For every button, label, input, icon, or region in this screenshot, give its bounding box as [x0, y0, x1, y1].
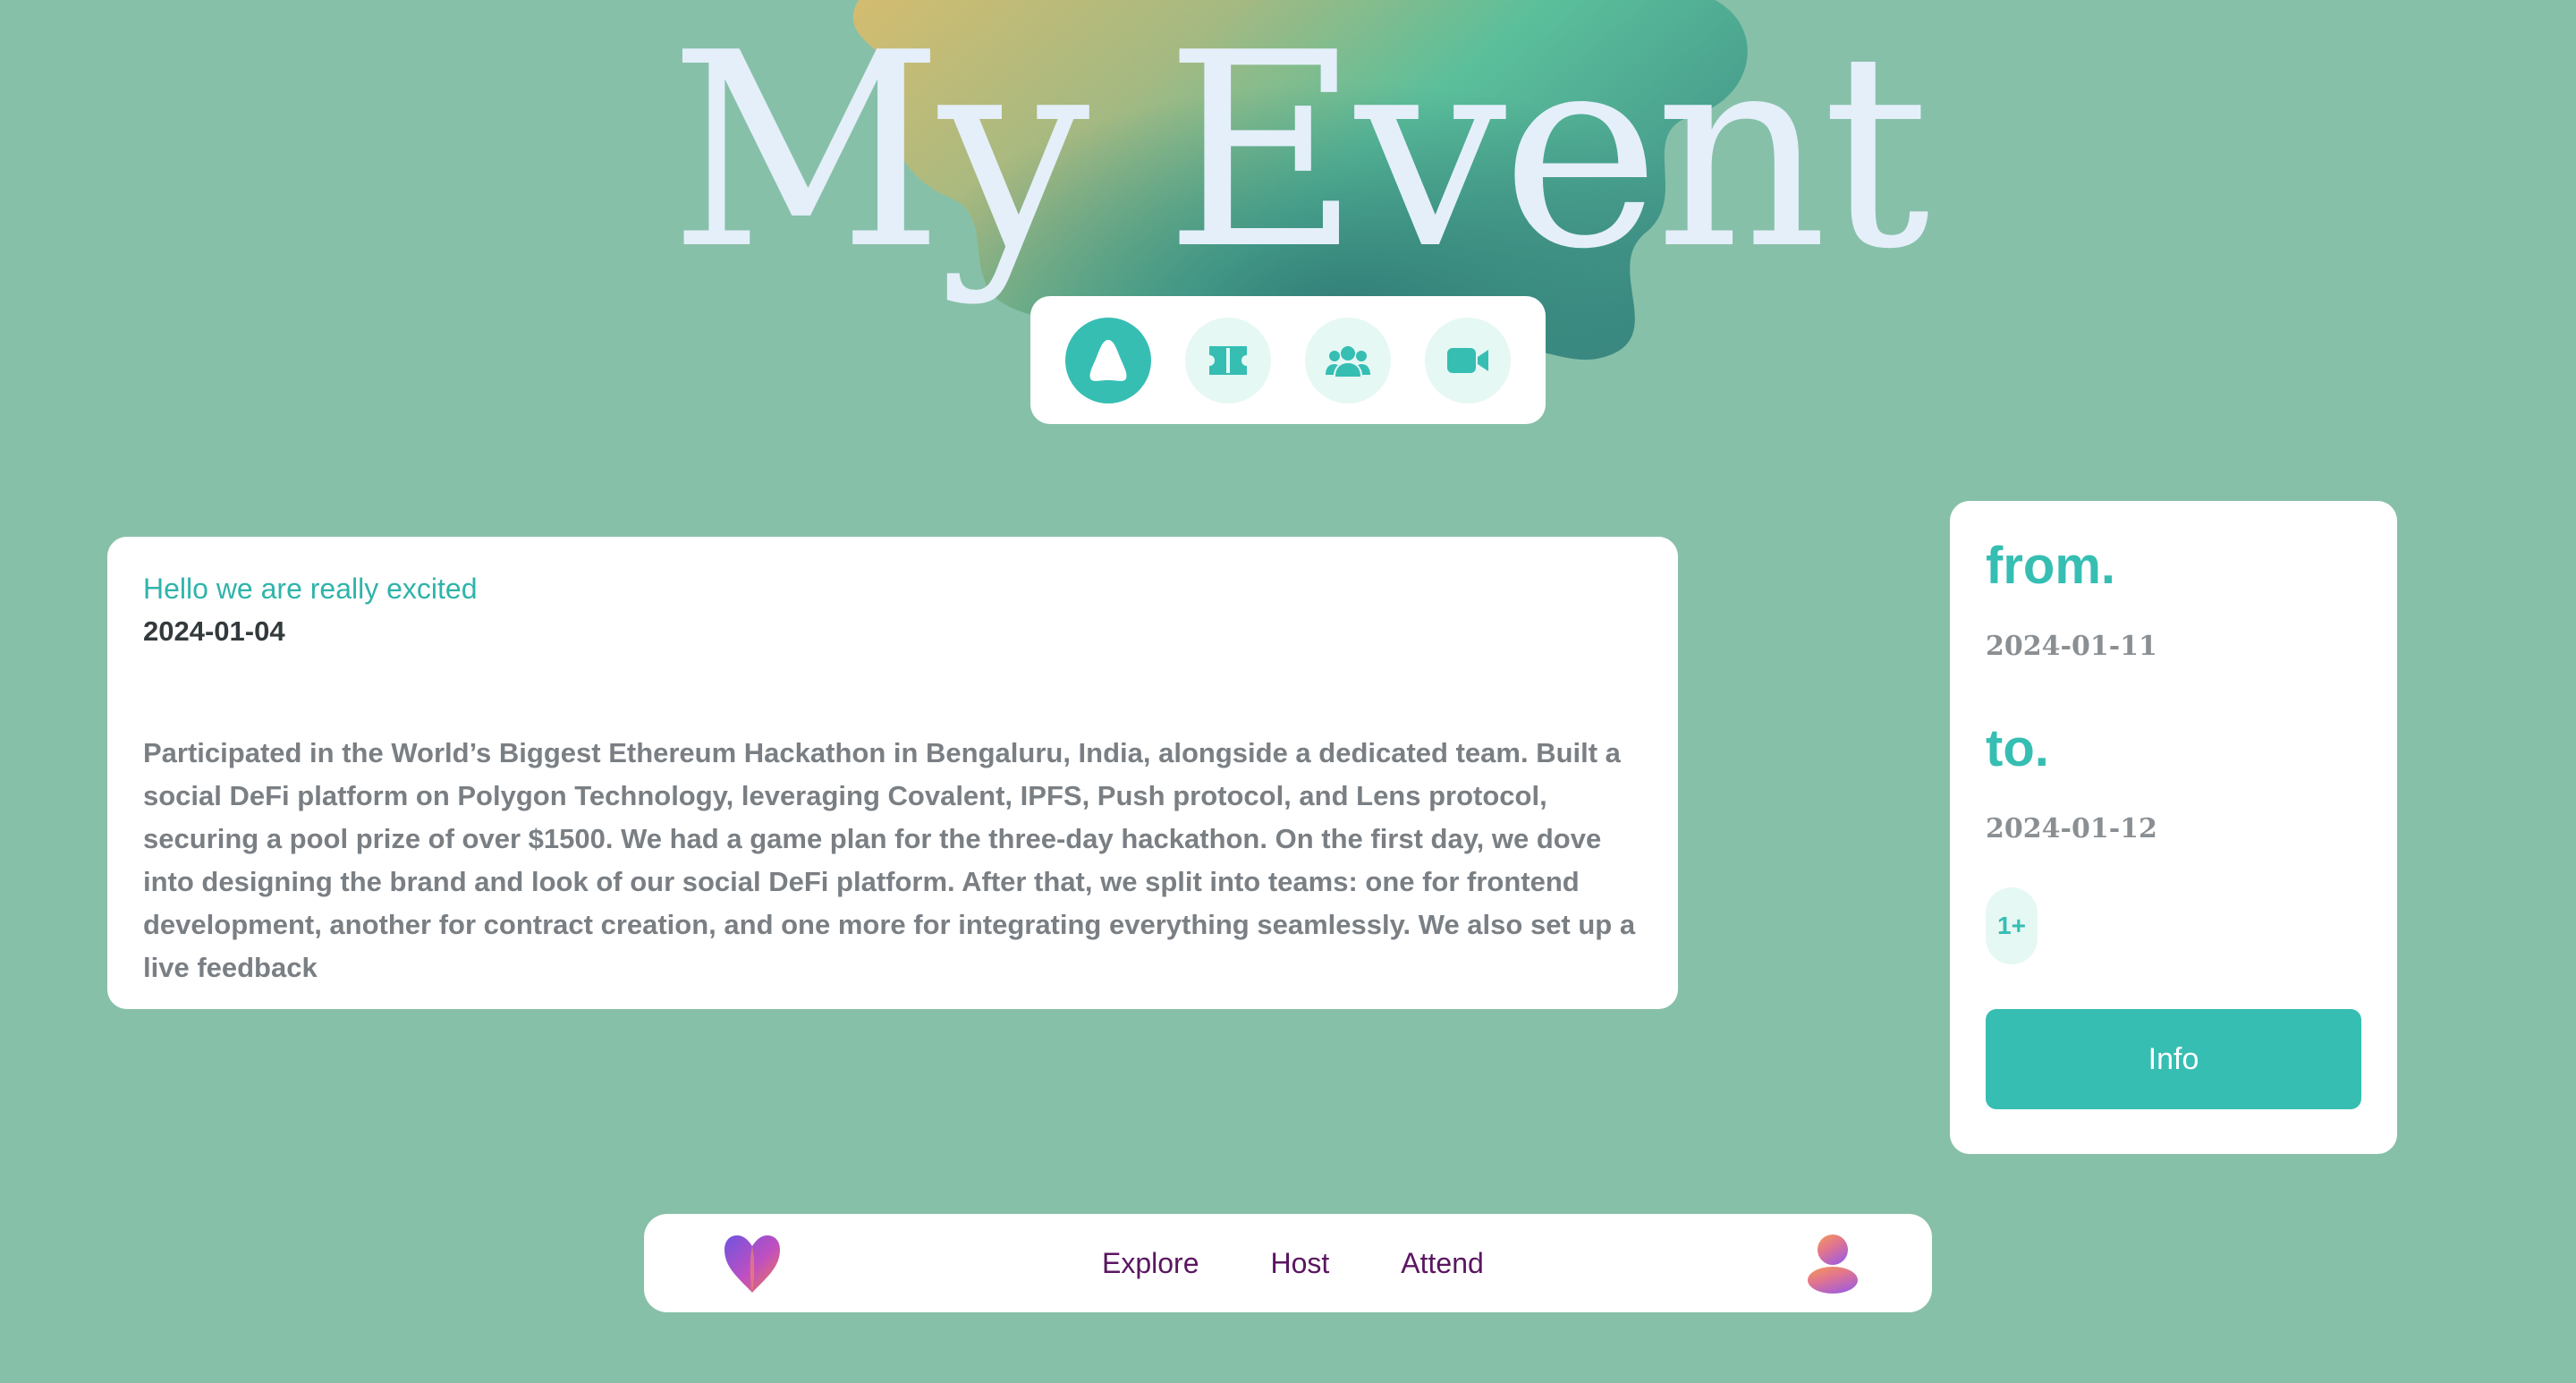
event-tab-bar [1030, 296, 1546, 424]
event-date: 2024-01-04 [143, 615, 285, 647]
nav-link-explore[interactable]: Explore [1102, 1247, 1199, 1280]
from-label: from. [1986, 537, 2115, 595]
to-label: to. [1986, 719, 2049, 777]
nav-link-attend[interactable]: Attend [1401, 1247, 1484, 1280]
info-button[interactable]: Info [1986, 1009, 2361, 1109]
event-title: Hello we are really excited [143, 573, 478, 605]
event-schedule-card: from. 2024-01-11 to. 2024-01-12 1+ Info [1950, 501, 2397, 1154]
to-date: 2024-01-12 [1986, 813, 2157, 844]
nav-link-host[interactable]: Host [1271, 1247, 1330, 1280]
tab-tickets[interactable] [1185, 317, 1271, 403]
ticket-icon [1209, 345, 1247, 375]
tab-stream[interactable] [1425, 317, 1511, 403]
ticket-a-icon [1089, 339, 1127, 381]
user-avatar-icon[interactable] [1805, 1232, 1860, 1299]
tab-overview[interactable] [1065, 317, 1151, 403]
event-description: Participated in the World’s Biggest Ethe… [143, 737, 1636, 983]
people-icon [1326, 345, 1370, 377]
video-camera-icon [1447, 347, 1488, 373]
nav-links: Explore Host Attend [1102, 1214, 1484, 1312]
attendee-count-badge: 1+ [1986, 887, 2038, 964]
event-description-card: Hello we are really excited 2024-01-04 P… [107, 537, 1678, 1009]
from-date: 2024-01-11 [1986, 631, 2157, 662]
page-title: My Event [669, 0, 1930, 308]
heart-logo-icon[interactable] [721, 1234, 784, 1299]
tab-attendees[interactable] [1305, 317, 1391, 403]
bottom-nav: Explore Host Attend [644, 1214, 1932, 1312]
